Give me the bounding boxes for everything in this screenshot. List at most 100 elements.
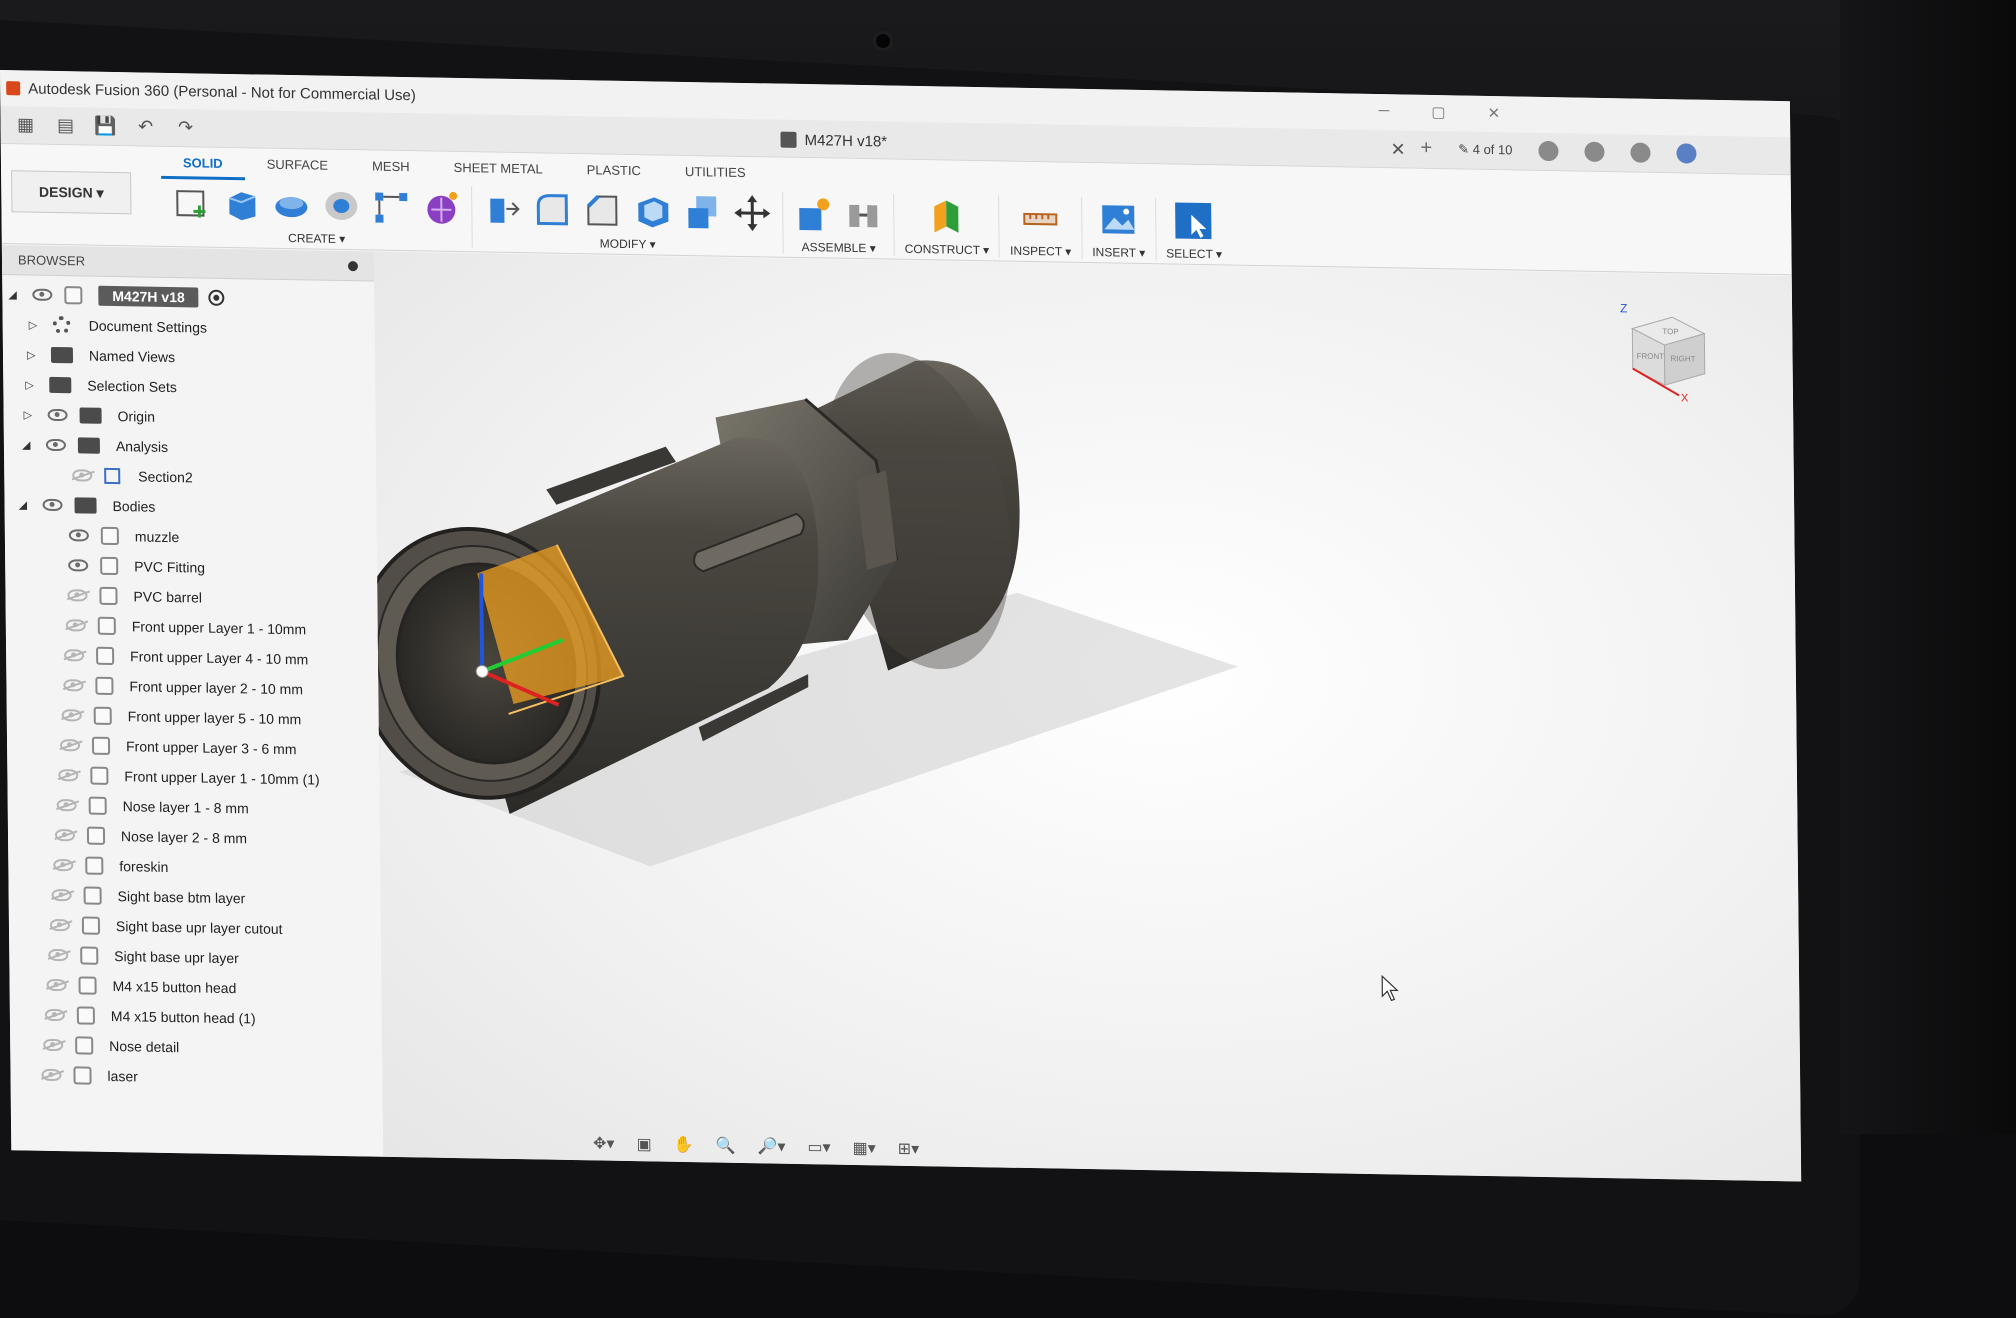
body-icon: [91, 736, 111, 755]
hidden-eye-icon[interactable]: [56, 799, 77, 812]
hidden-eye-icon[interactable]: [46, 978, 67, 992]
select-menu[interactable]: SELECT ▾: [1166, 246, 1222, 261]
hidden-eye-icon[interactable]: [67, 589, 88, 602]
rectangular-pattern-icon[interactable]: [371, 186, 411, 227]
notifications-icon[interactable]: [1584, 141, 1605, 162]
expand-arrow-icon[interactable]: ▷: [29, 318, 43, 331]
collapse-arrow-icon[interactable]: ◢: [18, 498, 32, 511]
hidden-eye-icon[interactable]: [65, 619, 86, 632]
hidden-eye-icon[interactable]: [49, 918, 71, 932]
collapse-arrow-icon[interactable]: ◢: [22, 438, 36, 451]
hidden-eye-icon[interactable]: [59, 739, 81, 752]
modify-menu[interactable]: MODIFY ▾: [600, 236, 656, 251]
zoom-window-icon[interactable]: 🔎▾: [757, 1136, 785, 1156]
hidden-eye-icon[interactable]: [63, 679, 84, 692]
save-icon[interactable]: 💾: [90, 113, 120, 140]
new-component-icon[interactable]: [793, 194, 833, 235]
hidden-eye-icon[interactable]: [61, 709, 82, 722]
hole-icon[interactable]: [321, 186, 361, 227]
tree-item-label: Named Views: [88, 347, 176, 366]
chamfer-icon[interactable]: [582, 190, 622, 231]
job-status-icon[interactable]: [1538, 140, 1559, 161]
tab-sheet-metal[interactable]: SHEET METAL: [431, 156, 564, 186]
redo-icon[interactable]: ↷: [170, 114, 200, 141]
help-icon[interactable]: [1630, 141, 1651, 163]
visibility-eye-icon[interactable]: [68, 529, 89, 542]
zoom-icon[interactable]: 🔍: [715, 1136, 735, 1156]
ribbon-tool-groups: CREATE ▾ MODIFY ▾ ASSEMBLE ▾ CONSTRUCT ▾…: [161, 180, 1232, 262]
construct-menu[interactable]: CONSTRUCT ▾: [905, 242, 990, 257]
tab-mesh[interactable]: MESH: [350, 154, 432, 183]
insert-menu[interactable]: INSERT ▾: [1092, 245, 1145, 260]
view-cube[interactable]: Z TOP FRONT RIGHT X: [1612, 298, 1723, 415]
body-icon: [83, 886, 102, 905]
press-pull-icon[interactable]: [482, 188, 522, 229]
maximize-button[interactable]: ▢: [1431, 103, 1445, 121]
body-label: Sight base btm layer: [117, 888, 246, 907]
tree-item-label: Origin: [117, 408, 156, 425]
minimize-button[interactable]: ─: [1379, 102, 1390, 120]
close-window-button[interactable]: ✕: [1487, 104, 1500, 122]
pan-icon[interactable]: ✋: [674, 1135, 694, 1155]
expand-arrow-icon[interactable]: ▷: [27, 348, 41, 361]
model-render[interactable]: [373, 252, 1801, 1182]
3d-viewport[interactable]: Z TOP FRONT RIGHT X ✥▾ ▣ ✋ 🔍 🔎▾ ▭▾ ▦▾ ⊞▾: [373, 251, 1802, 1182]
create-sketch-icon[interactable]: [171, 183, 211, 224]
display-settings-icon[interactable]: ▭▾: [807, 1137, 830, 1157]
browser-pin-icon[interactable]: [347, 261, 359, 272]
visibility-eye-icon[interactable]: [68, 559, 89, 572]
select-icon[interactable]: [1174, 200, 1214, 241]
version-indicator[interactable]: ✎ 4 of 10: [1458, 141, 1512, 158]
hidden-eye-icon[interactable]: [48, 948, 69, 962]
tab-utilities[interactable]: UTILITIES: [663, 160, 768, 190]
assemble-menu[interactable]: ASSEMBLE ▾: [802, 240, 876, 255]
expand-arrow-icon[interactable]: ▷: [25, 378, 39, 391]
collapse-arrow-icon[interactable]: ◢: [8, 288, 22, 301]
tab-solid[interactable]: SOLID: [160, 150, 245, 181]
visibility-eye-icon[interactable]: [45, 438, 66, 452]
hidden-eye-icon[interactable]: [51, 888, 72, 902]
create-menu[interactable]: CREATE ▾: [288, 231, 345, 246]
visibility-eye-icon[interactable]: [42, 498, 63, 512]
grid-settings-icon[interactable]: ▦▾: [852, 1138, 876, 1158]
visibility-eye-icon[interactable]: [32, 288, 53, 301]
create-form-icon[interactable]: [421, 187, 461, 228]
hidden-eye-icon[interactable]: [54, 829, 76, 842]
activate-radio-icon[interactable]: [208, 289, 225, 306]
orbit-icon[interactable]: ✥▾: [593, 1133, 615, 1153]
hidden-eye-icon[interactable]: [41, 1068, 62, 1082]
hidden-eye-icon[interactable]: [53, 858, 74, 872]
tab-plastic[interactable]: PLASTIC: [565, 158, 663, 188]
document-tab[interactable]: M427H v18*: [780, 126, 887, 156]
fillet-icon[interactable]: [532, 189, 572, 230]
offset-plane-icon[interactable]: [926, 196, 966, 237]
joint-icon[interactable]: [843, 195, 883, 236]
expand-arrow-icon[interactable]: ▷: [24, 408, 38, 421]
measure-icon[interactable]: [1020, 198, 1060, 239]
look-at-icon[interactable]: ▣: [636, 1134, 651, 1154]
file-menu-icon[interactable]: ▤: [50, 112, 80, 139]
visibility-eye-icon[interactable]: [47, 408, 68, 422]
inspect-menu[interactable]: INSPECT ▾: [1010, 244, 1071, 259]
insert-image-icon[interactable]: [1098, 199, 1138, 240]
hidden-eye-icon[interactable]: [64, 649, 85, 662]
shell-icon[interactable]: [632, 191, 672, 232]
tab-surface[interactable]: SURFACE: [245, 152, 351, 182]
hidden-eye-icon[interactable]: [43, 1038, 64, 1052]
move-copy-icon[interactable]: [732, 193, 772, 234]
workspace-switcher[interactable]: DESIGN ▾: [11, 170, 132, 215]
revolve-icon[interactable]: [271, 185, 311, 226]
close-tab-button[interactable]: ✕: [1390, 139, 1405, 160]
extrude-icon[interactable]: [221, 184, 261, 225]
hidden-eye-icon[interactable]: [58, 769, 79, 782]
user-avatar[interactable]: [1676, 142, 1697, 164]
undo-icon[interactable]: ↶: [130, 114, 160, 141]
window-title: Autodesk Fusion 360 (Personal - Not for …: [28, 79, 416, 104]
hidden-eye-icon[interactable]: [44, 1008, 65, 1022]
viewports-icon[interactable]: ⊞▾: [898, 1139, 920, 1159]
hidden-eye-icon[interactable]: [72, 469, 93, 482]
new-tab-icon[interactable]: +: [1420, 137, 1432, 160]
app-grid-icon[interactable]: ▦: [10, 112, 40, 139]
body-row[interactable]: laser: [10, 1059, 382, 1096]
combine-icon[interactable]: [682, 192, 722, 233]
